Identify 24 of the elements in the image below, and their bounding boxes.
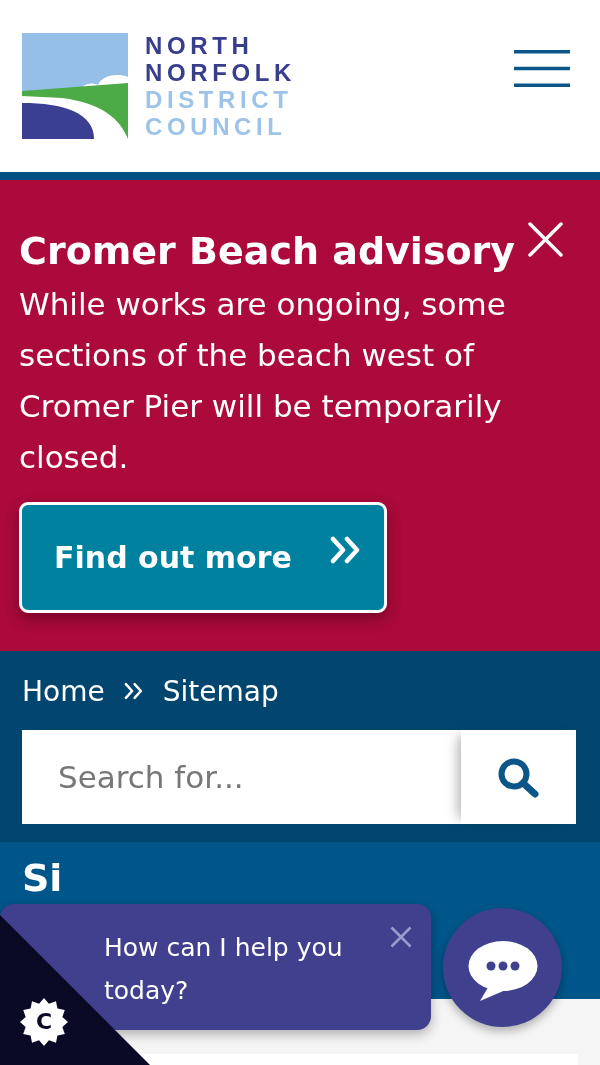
speech-bubble-icon	[467, 939, 538, 1002]
starburst-icon	[20, 998, 68, 1046]
search-button[interactable]	[461, 730, 576, 824]
alert-message: While works are ongoing, some sections of the beach west of Cromer Pier will be temporarily closed.	[19, 285, 507, 477]
close-icon	[390, 926, 412, 948]
menu-button[interactable]	[514, 50, 570, 87]
landscape-logo-icon	[22, 33, 128, 139]
menu-icon	[514, 50, 570, 87]
logo-text: NORFOLK	[145, 59, 296, 86]
close-button[interactable]	[528, 222, 563, 257]
logo-text: COUNCIL	[145, 113, 288, 140]
double-chevron-icon	[330, 535, 362, 564]
search-icon	[497, 756, 540, 798]
breadcrumb-current: Sitemap	[162, 674, 279, 708]
breadcrumb-link[interactable]: Home	[22, 674, 105, 708]
page-heading: Si	[22, 856, 63, 900]
search-field[interactable]: Search for...	[22, 730, 461, 824]
logo-text: NORTH	[145, 32, 255, 59]
logo-text: DISTRICT	[145, 86, 294, 113]
close-icon	[528, 222, 563, 257]
close-chat-button[interactable]	[390, 926, 412, 948]
double-chevron-icon	[123, 682, 144, 700]
alert-title: Cromer Beach advisory	[19, 229, 516, 273]
find-out-more-button[interactable]: Find out more	[19, 502, 387, 613]
